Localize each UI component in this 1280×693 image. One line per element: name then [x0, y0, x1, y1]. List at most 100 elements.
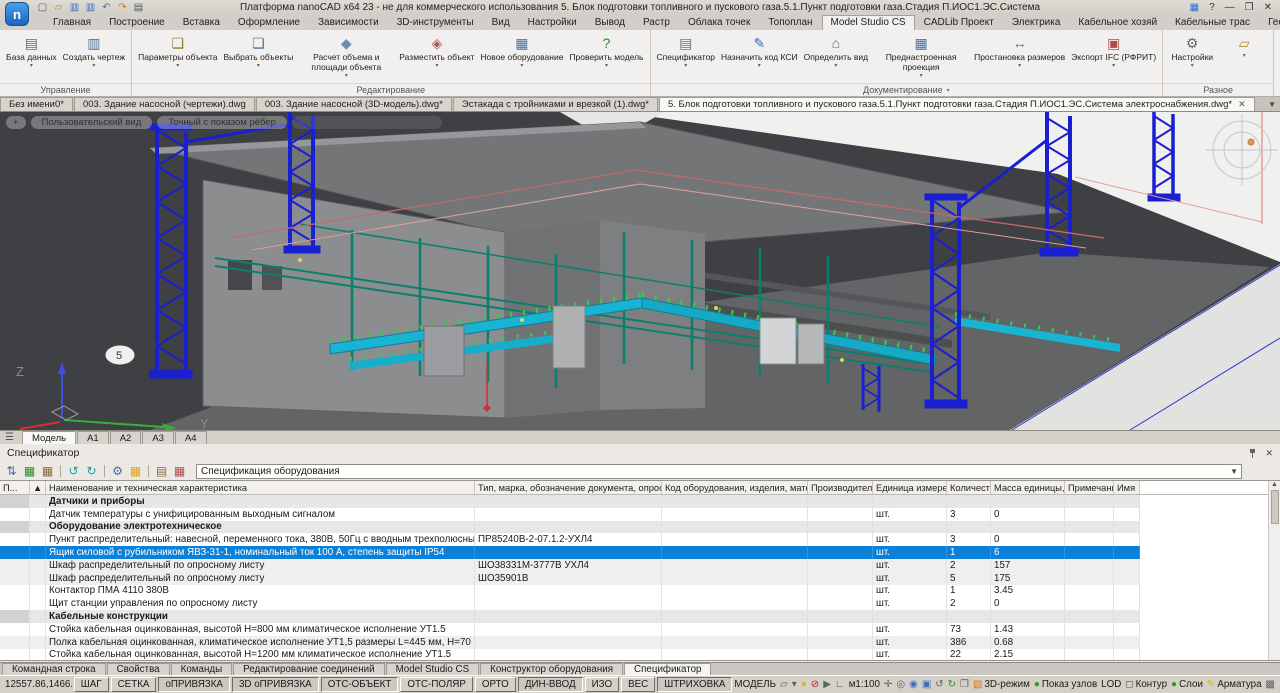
column-header-9[interactable]: Примечание [1065, 481, 1114, 494]
table-row[interactable]: Стойка кабельная оцинкованная, высотой Н… [0, 623, 1280, 636]
status-item-21[interactable]: ▩ [1266, 679, 1275, 690]
menu-tab-10[interactable]: Облака точек [679, 15, 759, 30]
group-row[interactable]: Датчики и приборы [0, 495, 1280, 508]
preset-projection-button[interactable]: ▦Преднастроенная проекция▾ [871, 31, 971, 83]
status-item-14[interactable]: ❐ [960, 679, 969, 690]
help-button[interactable]: ? [1209, 2, 1215, 13]
volume-area-button[interactable]: ◆Расчет объема и площади объекта▾ [296, 31, 396, 83]
menu-tab-11[interactable]: Топоплан [759, 15, 821, 30]
status-item-16[interactable]: ●Показ узлов [1034, 679, 1097, 690]
status-item-11[interactable]: ▣ [922, 679, 931, 690]
close-tab-icon[interactable]: ✕ [1238, 99, 1246, 110]
menu-tab-8[interactable]: Вывод [586, 15, 634, 30]
minimize-button[interactable]: — [1225, 2, 1235, 13]
select-objects-button[interactable]: ❏Выбрать объекты▾ [221, 31, 297, 83]
ksi-code-button[interactable]: ✎Назначить код КСИ▾ [718, 31, 801, 83]
table-package-icon[interactable]: ▦ [40, 464, 55, 478]
dock-tab-2[interactable]: Команды [171, 663, 233, 675]
status-toggle-7[interactable]: ДИН-ВВОД [518, 677, 583, 692]
status-toggle-4[interactable]: ОТС-ОБЪЕКТ [321, 677, 399, 692]
menu-tab-1[interactable]: Построение [100, 15, 174, 30]
menu-tab-15[interactable]: Кабельное хозяй [1069, 15, 1166, 30]
status-toggle-9[interactable]: ВЕС [621, 677, 655, 692]
close-button[interactable]: ✕ [1264, 2, 1272, 13]
status-item-4[interactable]: ⊘ [811, 679, 819, 690]
place-object-button[interactable]: ◈Разместить объект▾ [396, 31, 477, 83]
doc-tabs-overflow-icon[interactable]: ▼ [1268, 100, 1276, 109]
undo-icon[interactable]: ↶ [100, 2, 113, 13]
layout-list-icon[interactable]: ☰ [5, 432, 14, 443]
specification-select[interactable]: Спецификация оборудования ▼ [196, 464, 1242, 479]
status-item-6[interactable]: ∟ [835, 679, 845, 690]
status-item-8[interactable]: ✛ [884, 679, 892, 690]
status-toggle-10[interactable]: ШТРИХОВКА [657, 677, 732, 692]
menu-tab-5[interactable]: 3D-инструменты [388, 15, 483, 30]
column-header-4[interactable]: Код оборудования, изделия, материала [662, 481, 808, 494]
status-toggle-3[interactable]: 3D оПРИВЯЗКА [232, 677, 319, 692]
sort-icon[interactable]: ⇅ [4, 464, 19, 478]
scroll-up-icon[interactable]: ▲ [1271, 481, 1278, 488]
table-row[interactable]: Полка кабельная оцинкованная, климатичес… [0, 636, 1280, 649]
create-drawing-button[interactable]: ▥Создать чертеж▾ [60, 31, 128, 83]
status-item-5[interactable]: ▶ [823, 679, 831, 690]
table-row[interactable]: Шкаф распределительный по опросному лист… [0, 559, 1280, 572]
group-row[interactable]: Оборудование электротехническое [0, 521, 1280, 534]
table-row[interactable]: Ящик силовой с рубильником ЯВЗ-31-1, ном… [0, 546, 1280, 559]
table-row[interactable]: Щит станции управления по опросному лист… [0, 597, 1280, 610]
dock-tab-4[interactable]: Model Studio CS [386, 663, 480, 675]
column-header-7[interactable]: Количество [947, 481, 991, 494]
status-item-15[interactable]: ▧3D-режим [973, 679, 1030, 690]
column-header-6[interactable]: Единица измерения [873, 481, 947, 494]
menu-tab-12[interactable]: Model Studio CS [822, 15, 915, 30]
table-row[interactable]: Контактор ПМА 4110 380Вшт.13.45 [0, 585, 1280, 598]
table-props-icon[interactable]: ▦ [172, 464, 187, 478]
menu-tab-4[interactable]: Зависимости [309, 15, 388, 30]
doc-tab-3[interactable]: Эстакада с тройниками и врезкой (1).dwg* [453, 97, 658, 111]
export-ifc-button[interactable]: ▣Экспорт IFC (РФРИТ)▾ [1068, 31, 1159, 83]
menu-tab-6[interactable]: Вид [483, 15, 519, 30]
status-item-13[interactable]: ↻ [948, 679, 956, 690]
dock-tab-3[interactable]: Редактирование соединений [233, 663, 384, 675]
status-item-12[interactable]: ↺ [935, 679, 943, 690]
model-viewport[interactable]: +Пользовательский видТочный с показом рё… [0, 112, 1280, 430]
table-add-icon[interactable]: ▦ [22, 464, 37, 478]
dock-tab-5[interactable]: Конструктор оборудования [480, 663, 623, 675]
dock-tab-1[interactable]: Свойства [107, 663, 170, 675]
column-header-1[interactable]: ▲ [30, 481, 46, 494]
doc-tab-1[interactable]: 003. Здание насосной (чертежи).dwg [74, 97, 255, 111]
define-view-button[interactable]: ⌂Определить вид▾ [801, 31, 872, 83]
new-equipment-button[interactable]: ▦Новое оборудование▾ [477, 31, 566, 83]
database-button[interactable]: ▤База данных▾ [3, 31, 60, 83]
status-item-9[interactable]: ◎ [896, 679, 905, 690]
menu-tab-17[interactable]: Гео [1259, 15, 1280, 30]
layout-tab-1[interactable]: А1 [77, 431, 109, 444]
specifier-button[interactable]: ▤Спецификатор▾ [654, 31, 719, 83]
status-toggle-8[interactable]: ИЗО [585, 677, 619, 692]
status-item-2[interactable]: ▾ [792, 679, 797, 690]
viewport-control-extra[interactable] [292, 116, 442, 129]
status-item-0[interactable]: МОДЕЛЬ [734, 679, 776, 690]
menu-tab-9[interactable]: Растр [634, 15, 679, 30]
viewport-control-2[interactable]: Точный с показом рёбер [157, 116, 287, 129]
redo-icon[interactable]: ↷ [116, 2, 129, 13]
status-item-20[interactable]: ✎Арматура [1207, 679, 1262, 690]
check-model-button[interactable]: ?Проверить модель▾ [566, 31, 646, 83]
restore-button[interactable]: ❐ [1245, 2, 1254, 13]
status-item-18[interactable]: ◻Контур [1125, 679, 1167, 690]
dock-tab-0[interactable]: Командная строка [2, 663, 106, 675]
scroll-thumb[interactable] [1271, 490, 1279, 524]
refresh-icon[interactable]: ↺ [66, 464, 81, 478]
print-icon[interactable]: ▤ [132, 2, 145, 13]
menu-tab-7[interactable]: Настройки [519, 15, 586, 30]
status-toggle-5[interactable]: ОТС-ПОЛЯР [400, 677, 473, 692]
layout-tab-3[interactable]: А3 [142, 431, 174, 444]
status-toggle-2[interactable]: оПРИВЯЗКА [158, 677, 230, 692]
pin-icon[interactable] [1248, 448, 1257, 458]
table-row[interactable]: Шкаф распределительный по опросному лист… [0, 572, 1280, 585]
doc-tab-4[interactable]: 5. Блок подготовки топливного и пусковог… [659, 97, 1255, 111]
viewport-control-1[interactable]: Пользовательский вид [31, 116, 153, 129]
status-item-3[interactable]: ● [801, 679, 807, 690]
table-row[interactable]: Стойка кабельная оцинкованная, высотой Н… [0, 649, 1280, 661]
excel-grid-icon[interactable]: ▦ [128, 464, 143, 478]
layout-tab-0[interactable]: Модель [22, 431, 76, 444]
